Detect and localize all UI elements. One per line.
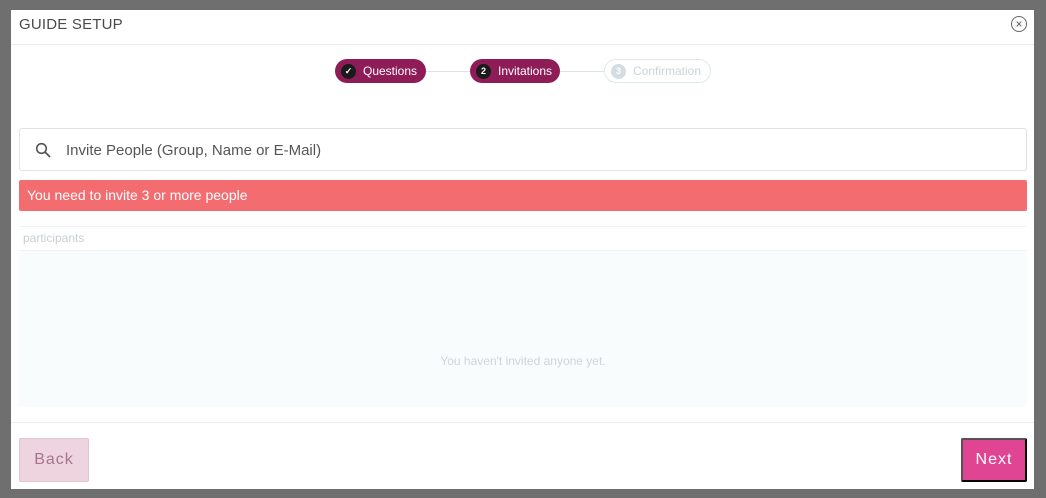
footer-divider <box>11 422 1034 423</box>
modal-header: GUIDE SETUP × <box>11 10 1034 45</box>
step-connector <box>560 71 604 72</box>
step-confirmation[interactable]: 3 Confirmation <box>604 59 711 83</box>
step-label: Confirmation <box>633 64 702 78</box>
participants-list: You haven't invited anyone yet. <box>19 251 1027 407</box>
modal-title: GUIDE SETUP <box>19 16 123 33</box>
invite-search-input[interactable] <box>64 129 1008 172</box>
check-icon: ✓ <box>341 63 356 79</box>
guide-setup-modal: GUIDE SETUP × ✓ Questions 2 Invitations … <box>11 10 1034 489</box>
empty-state-text: You haven't invited anyone yet. <box>440 354 606 368</box>
participants-header: participants <box>19 226 1027 251</box>
step-label: Questions <box>363 64 418 78</box>
stepper: ✓ Questions 2 Invitations 3 Confirmation <box>11 58 1034 86</box>
invite-requirement-alert: You need to invite 3 or more people <box>19 180 1027 211</box>
back-button[interactable]: Back <box>19 438 89 482</box>
step-questions[interactable]: ✓ Questions <box>335 59 426 83</box>
close-icon[interactable]: × <box>1011 16 1027 32</box>
step-connector <box>426 71 470 72</box>
next-button[interactable]: Next <box>961 438 1027 482</box>
step-label: Invitations <box>498 64 553 78</box>
step-number: 3 <box>611 63 626 79</box>
search-icon <box>35 142 51 158</box>
step-invitations[interactable]: 2 Invitations <box>470 59 560 83</box>
invite-search-box <box>19 128 1027 172</box>
step-number: 2 <box>476 63 491 79</box>
